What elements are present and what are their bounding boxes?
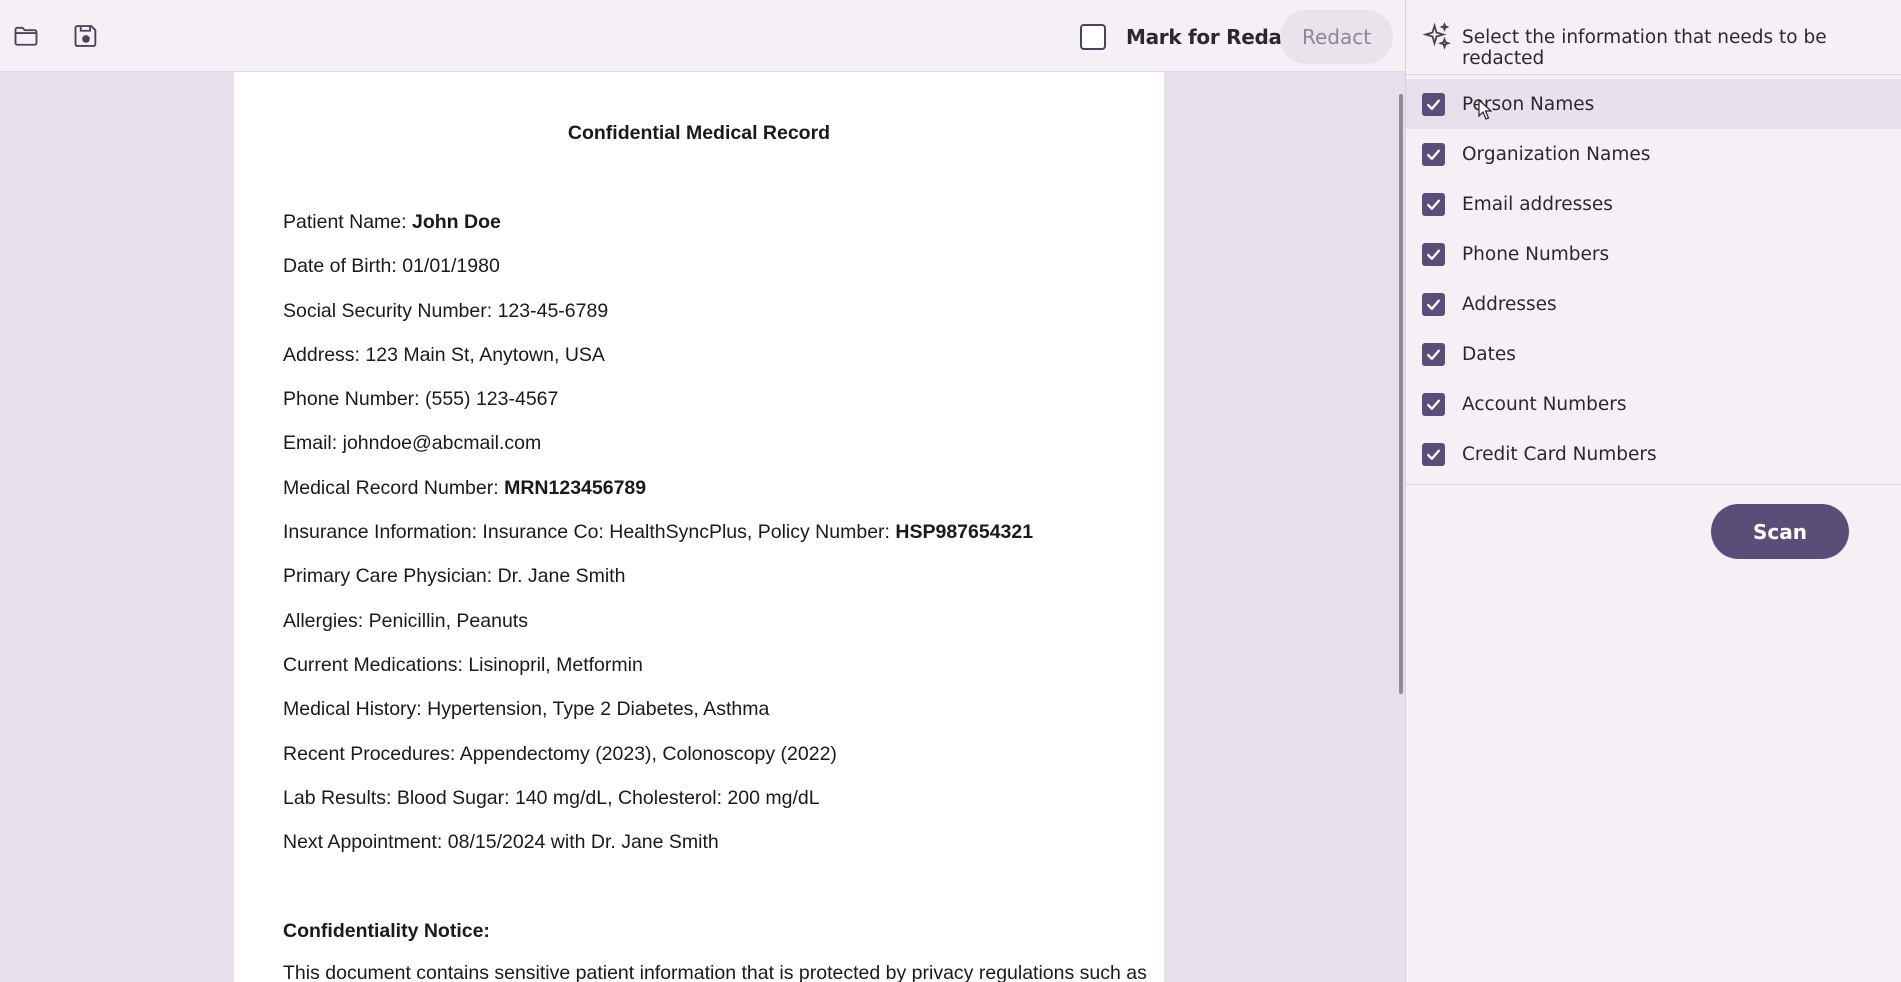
field-value: 01/01/1980 xyxy=(402,255,500,278)
divider xyxy=(1406,484,1901,485)
field-value: 08/15/2024 with Dr. Jane Smith xyxy=(447,831,719,854)
redaction-options: Person Names Organization Names Email addr… xyxy=(1406,79,1901,479)
option-label: Credit Card Numbers xyxy=(1462,443,1657,465)
field-label: Patient Name: xyxy=(283,211,412,233)
field-value: John Doe xyxy=(411,211,501,233)
redaction-option[interactable]: Addresses xyxy=(1406,279,1901,329)
document-field: Phone Number: (555) 123-4567 xyxy=(283,387,1033,431)
field-label: Recent Procedures: xyxy=(283,742,460,765)
document-title: Confidential Medical Record xyxy=(567,122,831,144)
document-field: Current Medications: Lisinopril, Metform… xyxy=(283,653,1033,697)
field-value: Appendectomy (2023), Colonoscopy (2022) xyxy=(459,742,837,765)
field-value: (555) 123-4567 xyxy=(425,388,559,411)
document-field: Primary Care Physician: Dr. Jane Smith xyxy=(283,564,1033,608)
document-field: Email: johndoe@abcmail.com xyxy=(283,431,1033,475)
option-label: Organization Names xyxy=(1462,143,1651,165)
mouse-cursor-icon xyxy=(1478,99,1492,120)
option-checkbox[interactable] xyxy=(1422,92,1445,116)
field-value: HSP987654321 xyxy=(895,521,1034,544)
redaction-option[interactable]: Account Numbers xyxy=(1406,379,1901,429)
field-label: Date of Birth: xyxy=(283,255,403,278)
document-field: Lab Results: Blood Sugar: 140 mg/dL, Cho… xyxy=(283,786,1033,830)
document-scrollbar[interactable] xyxy=(1397,72,1405,982)
field-value: Dr. Jane Smith xyxy=(497,565,626,588)
option-checkbox[interactable] xyxy=(1422,392,1445,416)
confidentiality-notice-body: This document contains sensitive patient… xyxy=(283,962,1147,982)
document-field: Recent Procedures: Appendectomy (2023), … xyxy=(283,742,1033,786)
checkmark-icon xyxy=(1427,399,1440,410)
document-page: Confidential Medical Record Patient Name… xyxy=(234,72,1164,982)
checkmark-icon xyxy=(1427,299,1440,310)
field-value: johndoe@abcmail.com xyxy=(342,432,542,455)
option-checkbox[interactable] xyxy=(1422,442,1445,466)
scan-button[interactable]: Scan xyxy=(1711,504,1849,559)
field-value: Blood Sugar: 140 mg/dL, Cholesterol: 200… xyxy=(396,786,820,809)
panel-title: Select the information that needs to be … xyxy=(1462,27,1827,69)
redaction-option[interactable]: Organization Names xyxy=(1406,129,1901,179)
mark-for-redact-toggle[interactable]: Mark for Redact xyxy=(1080,18,1303,56)
option-checkbox[interactable] xyxy=(1422,292,1445,316)
checkmark-icon xyxy=(1427,149,1440,160)
redaction-option[interactable]: Credit Card Numbers xyxy=(1406,429,1901,479)
field-label: Lab Results: xyxy=(283,786,397,809)
redaction-option[interactable]: Dates xyxy=(1406,329,1901,379)
option-label: Phone Numbers xyxy=(1462,243,1610,265)
panel-header: Select the information that needs to be … xyxy=(1406,0,1901,75)
checkmark-icon xyxy=(1427,449,1440,460)
option-checkbox[interactable] xyxy=(1422,192,1445,216)
checkmark-icon xyxy=(1427,349,1440,360)
toolbar: Mark for Redact Redact xyxy=(0,0,1405,72)
option-label: Account Numbers xyxy=(1462,393,1627,415)
redaction-panel: Select the information that needs to be … xyxy=(1405,0,1901,982)
field-value: 123-45-6789 xyxy=(497,299,609,322)
field-label: Social Security Number: xyxy=(283,299,498,322)
document-field: Date of Birth: 01/01/1980 xyxy=(283,254,1033,298)
option-label: Dates xyxy=(1462,343,1516,365)
option-label: Email addresses xyxy=(1462,193,1613,215)
redaction-app: Mark for Redact Redact Confidential Medi… xyxy=(0,0,1901,982)
save-icon[interactable] xyxy=(70,20,102,52)
sparkle-icon xyxy=(1422,22,1451,50)
document-field: Next Appointment: 08/15/2024 with Dr. Ja… xyxy=(283,830,1033,874)
document-field: Address: 123 Main St, Anytown, USA xyxy=(283,343,1033,387)
option-label: Addresses xyxy=(1462,293,1557,315)
checkmark-icon xyxy=(1427,249,1440,260)
redaction-option[interactable]: Email addresses xyxy=(1406,179,1901,229)
field-label: Phone Number: xyxy=(283,388,425,411)
document-field: Medical Record Number: MRN123456789 xyxy=(283,476,1033,520)
field-label: Email: xyxy=(283,432,343,455)
checkmark-icon xyxy=(1427,99,1440,110)
document-field: Allergies: Penicillin, Peanuts xyxy=(283,609,1033,653)
field-value: 123 Main St, Anytown, USA xyxy=(365,343,605,366)
scrollbar-thumb[interactable] xyxy=(1399,94,1403,694)
field-label: Primary Care Physician: xyxy=(283,565,498,588)
field-label: Current Medications: xyxy=(283,653,469,676)
field-value: Penicillin, Peanuts xyxy=(368,609,528,632)
mark-for-redact-checkbox[interactable] xyxy=(1080,24,1106,50)
document-viewer: Mark for Redact Redact Confidential Medi… xyxy=(0,0,1405,982)
field-label: Medical History: xyxy=(283,698,428,721)
field-label: Insurance Information: Insurance Co: Hea… xyxy=(283,521,896,544)
field-value: MRN123456789 xyxy=(504,476,647,499)
redact-button[interactable]: Redact xyxy=(1280,10,1393,64)
folder-icon[interactable] xyxy=(10,20,42,52)
option-checkbox[interactable] xyxy=(1422,142,1445,166)
confidentiality-notice-title: Confidentiality Notice: xyxy=(283,920,490,942)
field-label: Address: xyxy=(283,343,366,366)
document-field: Social Security Number: 123-45-6789 xyxy=(283,299,1033,343)
field-label: Next Appointment: xyxy=(283,831,448,854)
field-label: Medical Record Number: xyxy=(283,476,505,499)
document-fields: Patient Name: John Doe Date of Birth: 01/… xyxy=(283,210,1033,874)
field-value: Lisinopril, Metformin xyxy=(468,653,643,676)
field-value: Hypertension, Type 2 Diabetes, Asthma xyxy=(427,698,770,721)
redaction-option[interactable]: Phone Numbers xyxy=(1406,229,1901,279)
document-field: Medical History: Hypertension, Type 2 Di… xyxy=(283,697,1033,741)
checkmark-icon xyxy=(1427,199,1440,210)
mark-for-redact-label: Mark for Redact xyxy=(1126,25,1303,49)
document-field: Insurance Information: Insurance Co: Hea… xyxy=(283,520,1033,564)
document-field: Patient Name: John Doe xyxy=(283,210,1033,254)
option-checkbox[interactable] xyxy=(1422,242,1445,266)
option-checkbox[interactable] xyxy=(1422,342,1445,366)
field-label: Allergies: xyxy=(283,609,369,632)
